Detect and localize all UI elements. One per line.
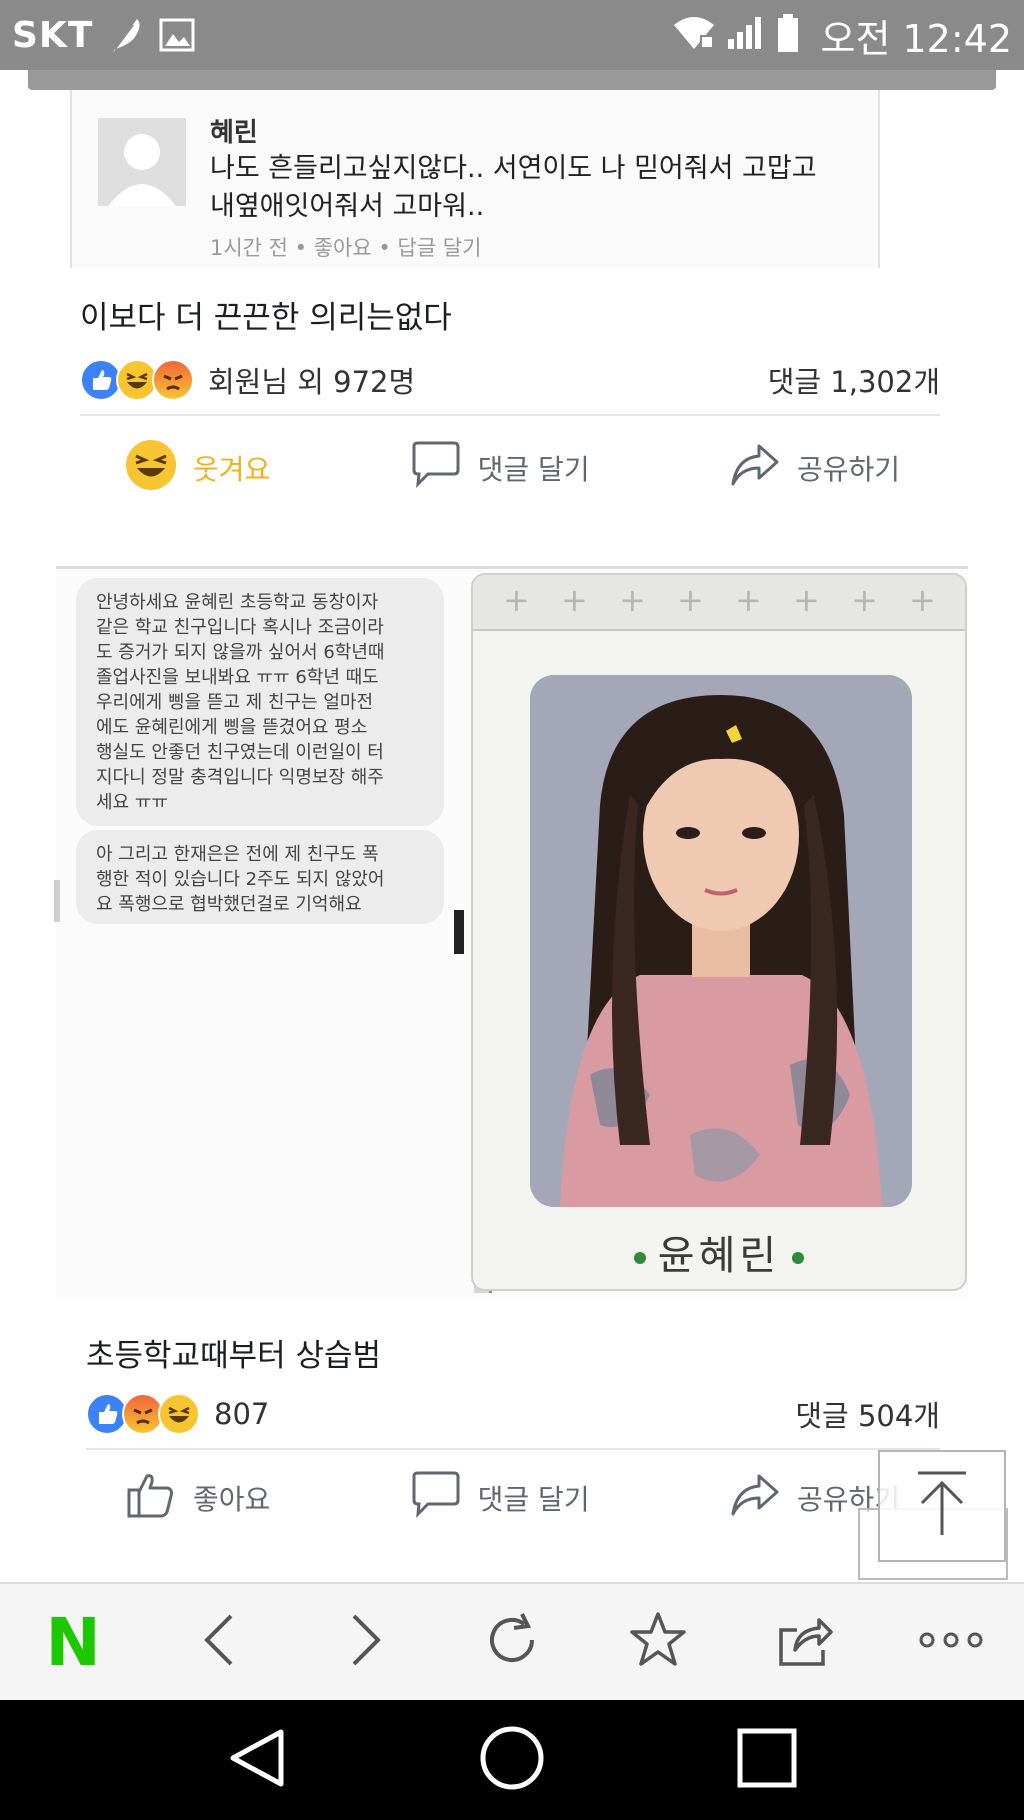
browser-toolbar: N	[0, 1582, 1024, 1700]
comment-text: 나도 흔들리고싶지않다.. 서연이도 나 믿어줘서 고맙고 내옆애잇어줘서 고마…	[210, 153, 817, 222]
system-nav-bar	[0, 1700, 1024, 1820]
comment-meta: 1시간 전 • 좋아요 • 답글 달기	[210, 236, 482, 260]
scroll-indicator	[54, 880, 60, 922]
back-icon	[197, 1612, 241, 1672]
comment-count[interactable]: 댓글 1,302개	[768, 359, 940, 401]
share-label: 공유하기	[796, 453, 900, 486]
comment-button[interactable]: 댓글 달기	[410, 1470, 590, 1527]
comment-icon	[410, 1470, 462, 1527]
dot-icon	[633, 1252, 646, 1264]
post-caption: 이보다 더 끈끈한 의리는없다	[80, 300, 452, 336]
section-separator	[56, 566, 968, 569]
forward-icon	[344, 1612, 388, 1672]
naver-home-button[interactable]: N	[18, 1592, 128, 1692]
cutoff-strip	[28, 70, 996, 90]
message-bubble: 안녕하세요 윤혜린 초등학교 동창이자 같은 학교 친구입니다 혹시나 조금이라…	[76, 578, 444, 826]
comment-card: 혜린 나도 흔들리고싶지않다.. 서연이도 나 믿어줘서 고맙고 내옆애잇어줘서…	[70, 90, 880, 268]
comment-icon	[410, 440, 462, 497]
avatar[interactable]	[98, 118, 186, 206]
like-label: 좋아요	[193, 1483, 271, 1516]
haha-icon	[125, 439, 177, 498]
reaction-icons	[80, 359, 194, 401]
nav-home-button[interactable]	[479, 1725, 545, 1795]
haha-label: 웃겨요	[193, 453, 271, 486]
share-icon	[729, 1470, 781, 1527]
nav-back-button[interactable]	[225, 1726, 289, 1794]
haha-reaction-icon	[158, 1393, 200, 1435]
student-photo	[530, 675, 912, 1207]
refresh-button[interactable]	[457, 1592, 567, 1692]
share-button[interactable]: 공유하기	[729, 440, 900, 497]
yearbook-band: + + + + + + + +	[473, 575, 965, 631]
reaction-count: 807	[214, 1397, 270, 1431]
reaction-count: 회원님 외 972명	[208, 365, 416, 399]
star-icon	[628, 1610, 688, 1674]
divider	[86, 1448, 940, 1450]
comment-label: 댓글 달기	[477, 1483, 590, 1516]
share-icon	[729, 440, 781, 497]
post-actions: 웃겨요 댓글 달기 공유하기	[80, 428, 940, 508]
haha-button[interactable]: 웃겨요	[125, 439, 270, 498]
forward-button[interactable]	[311, 1592, 421, 1692]
student-name-row: 윤혜린	[473, 1223, 965, 1281]
cut-glyph	[454, 910, 464, 954]
yearbook-photo-card: + + + + + + + + 윤혜린	[471, 573, 967, 1291]
comment-label: 댓글 달기	[477, 453, 590, 486]
refresh-icon	[482, 1610, 542, 1674]
share-page-button[interactable]	[750, 1592, 860, 1692]
reaction-icons	[86, 1393, 200, 1435]
dot-icon	[792, 1252, 805, 1264]
reaction-summary[interactable]: 807 댓글 504개	[86, 1392, 940, 1436]
gallery-icon	[159, 18, 195, 52]
clock: 오전 12:42	[820, 16, 1012, 61]
reaction-summary[interactable]: 회원님 외 972명 댓글 1,302개	[80, 358, 940, 402]
comment-count[interactable]: 댓글 504개	[795, 1393, 940, 1435]
battery-icon	[776, 13, 800, 57]
status-bar: SKT 오전 12:42	[0, 0, 1024, 70]
signal-icon	[726, 15, 766, 55]
more-button[interactable]	[896, 1592, 1006, 1692]
share-icon	[775, 1610, 835, 1674]
post-actions: 좋아요 댓글 달기 공유하기	[80, 1458, 940, 1538]
angry-reaction-icon	[152, 359, 194, 401]
comment-button[interactable]: 댓글 달기	[410, 440, 590, 497]
bookmark-button[interactable]	[603, 1592, 713, 1692]
divider	[80, 414, 940, 416]
thumbs-up-icon	[125, 1470, 177, 1527]
naver-logo: N	[45, 1603, 101, 1681]
carrier-label: SKT	[12, 14, 94, 56]
back-button[interactable]	[164, 1592, 274, 1692]
student-name: 윤혜린	[657, 1233, 781, 1279]
feather-icon	[107, 15, 145, 55]
scroll-to-top-button[interactable]	[878, 1450, 1006, 1562]
nav-recents-button[interactable]	[735, 1726, 799, 1794]
comment-author[interactable]: 혜린	[210, 112, 258, 149]
arrow-up-icon	[912, 1469, 972, 1543]
like-button[interactable]: 좋아요	[125, 1470, 270, 1527]
post-caption: 초등학교때부터 상습범	[86, 1338, 382, 1374]
wifi-icon	[672, 15, 716, 55]
message-bubble: 아 그리고 한재은은 전에 제 친구도 폭 행한 적이 있습니다 2주도 되지 …	[76, 830, 444, 924]
more-icon	[919, 1630, 983, 1654]
